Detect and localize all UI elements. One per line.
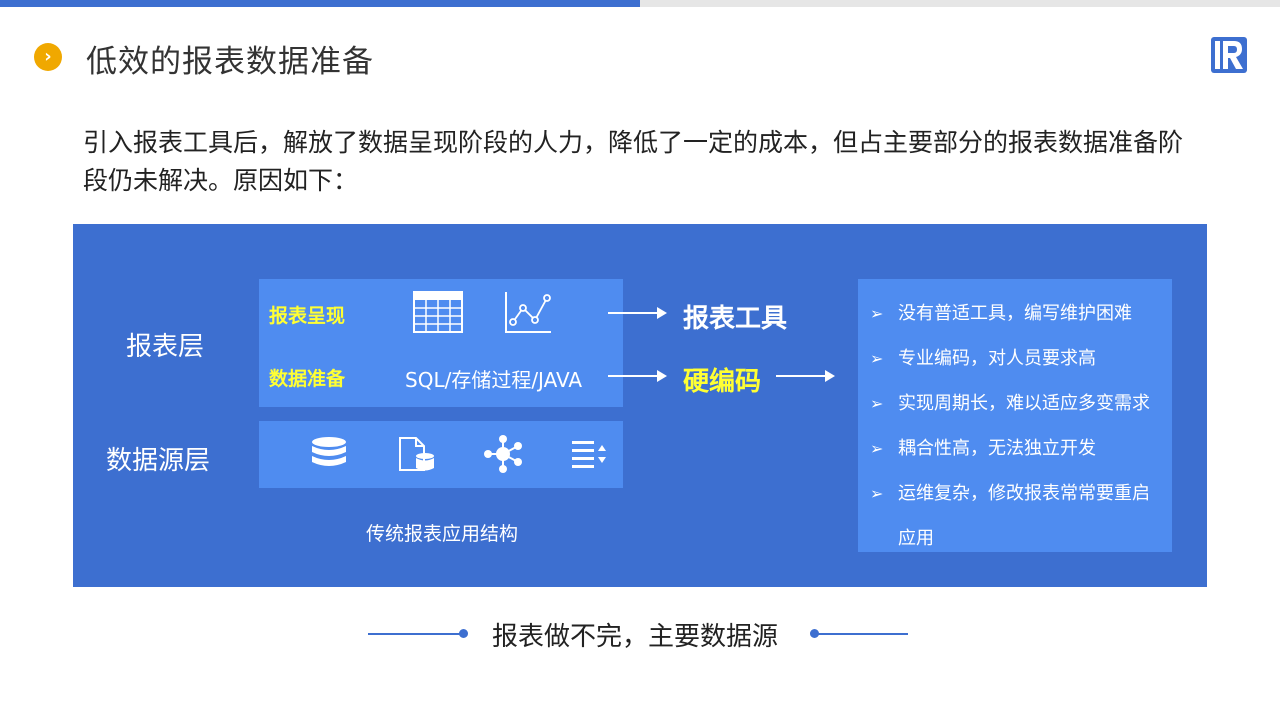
issue-text-continuation: 应用 [898,528,934,549]
chevron-icon: ➢ [870,349,884,368]
line-chart-icon [505,292,551,333]
conclusion-line-left [368,633,464,635]
arrow-to-issues [776,370,835,382]
chevron-icon: ➢ [870,394,884,413]
issue-text: 专业编码，对人员要求高 [898,348,1096,369]
issue-text: 运维复杂，修改报表常常要重启 [898,483,1150,504]
r-logo-icon [1211,37,1247,73]
diagram-caption: 传统报表应用结构 [366,523,519,545]
database-icon [312,437,346,466]
network-icon [484,435,522,473]
report-present-label: 报表呈现 [269,305,346,327]
page-title: 低效的报表数据准备 [86,44,374,80]
conclusion-dot-left [459,629,468,638]
issue-item: ➢ 耦合性高，无法独立开发 [870,434,1096,460]
issue-item: ➢ 实现周期长，难以适应多变需求 [870,389,1150,415]
data-prep-tech: SQL/存储过程/JAVA [405,368,583,392]
issue-text: 耦合性高，无法独立开发 [898,438,1096,459]
chevron-icon: ➢ [870,484,884,503]
arrow-to-hard-coding [608,370,667,382]
top-accent-bar [0,0,640,7]
issue-item: ➢ 专业编码，对人员要求高 [870,344,1096,370]
chevron-icon: ➢ [870,439,884,458]
issue-item: ➢ 运维复杂，修改报表常常要重启 [870,479,1150,505]
report-layer-label: 报表层 [126,332,205,362]
top-gray-bar [640,0,1280,7]
issue-text: 实现周期长，难以适应多变需求 [898,393,1150,414]
report-tool-label: 报表工具 [683,304,788,334]
issue-item: ➢ 没有普适工具，编写维护困难 [870,299,1132,325]
data-source-layer-label: 数据源层 [106,446,211,476]
issues-box: ➢ 没有普适工具，编写维护困难 ➢ 专业编码，对人员要求高 ➢ 实现周期长，难以适应多… [858,279,1172,552]
arrow-to-report-tool [608,307,667,319]
table-icon [413,291,463,333]
data-prep-label: 数据准备 [269,368,346,390]
chevron-right-icon: › [34,43,62,71]
conclusion-line-right [814,633,908,635]
chevron-icon: ➢ [870,304,884,323]
conclusion-text: 报表做不完，主要数据源 [492,622,779,652]
intro-text: 引入报表工具后，解放了数据呈现阶段的人力，降低了一定的成本，但占主要部分的报表数… [83,128,1184,195]
file-database-icon [399,437,434,471]
sort-list-icon [572,441,606,468]
issue-text: 没有普适工具，编写维护困难 [898,303,1132,324]
hard-coding-label: 硬编码 [683,367,762,397]
